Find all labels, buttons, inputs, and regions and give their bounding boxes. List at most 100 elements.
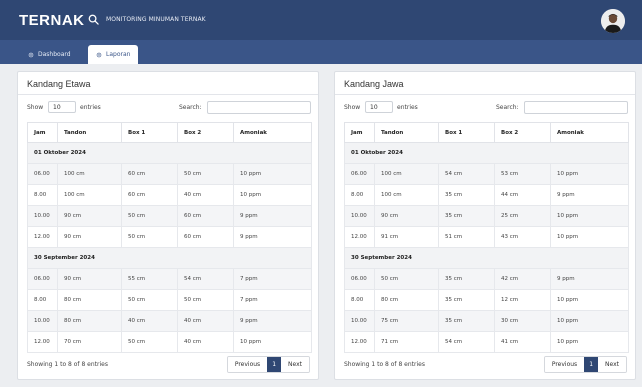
- cell-box2: 42 cm: [494, 268, 551, 290]
- table-row: 06.00 100 cm 54 cm 53 cm 10 ppm: [344, 163, 629, 185]
- table-row: 8.00 80 cm 50 cm 50 cm 7 ppm: [27, 289, 312, 311]
- gear-icon: [96, 52, 102, 57]
- tab-dashboard[interactable]: Dashboard: [20, 45, 79, 64]
- cell-jam: 8.00: [344, 184, 375, 206]
- table-row: 12.00 91 cm 51 cm 43 cm 10 ppm: [344, 226, 629, 248]
- data-table: Jam Tandon Box 1 Box 2 Amoniak 01 Oktobe…: [344, 122, 629, 353]
- panel-divider: [18, 94, 318, 95]
- cell-amoniak: 10 ppm: [233, 184, 312, 206]
- table-row: 10.00 90 cm 35 cm 25 cm 10 ppm: [344, 205, 629, 227]
- cell-tandon: 100 cm: [374, 163, 439, 185]
- cell-jam: 06.00: [27, 268, 58, 290]
- cell-amoniak: 9 ppm: [233, 226, 312, 248]
- cell-box1: 54 cm: [438, 163, 495, 185]
- table-row: 8.00 100 cm 60 cm 40 cm 10 ppm: [27, 184, 312, 206]
- next-button[interactable]: Next: [598, 357, 626, 372]
- user-avatar[interactable]: [601, 9, 625, 33]
- cell-box2: 40 cm: [177, 310, 234, 332]
- length-entries-label: entries: [397, 104, 418, 111]
- cell-jam: 10.00: [344, 310, 375, 332]
- cell-jam: 06.00: [344, 268, 375, 290]
- table-row: 10.00 75 cm 35 cm 30 cm 10 ppm: [344, 310, 629, 332]
- date-group-row: 01 Oktober 2024: [27, 142, 312, 164]
- panel-title: Kandang Etawa: [27, 79, 91, 89]
- cell-box1: 35 cm: [438, 268, 495, 290]
- date-group-label: 01 Oktober 2024: [344, 142, 629, 164]
- cell-tandon: 75 cm: [374, 310, 439, 332]
- cell-box2: 25 cm: [494, 205, 551, 227]
- table-info: Showing 1 to 8 of 8 entries: [27, 361, 108, 368]
- cell-box1: 50 cm: [121, 331, 178, 353]
- pagination: Previous 1 Next: [543, 356, 627, 373]
- entries-length-select[interactable]: 10: [365, 101, 393, 113]
- search-label: Search:: [496, 104, 519, 111]
- date-group-label: 01 Oktober 2024: [27, 142, 312, 164]
- cell-jam: 8.00: [344, 289, 375, 311]
- nav-bar: Dashboard Laporan: [0, 40, 642, 64]
- column-header-amoniak[interactable]: Amoniak: [550, 122, 629, 143]
- page-1-button[interactable]: 1: [267, 357, 282, 372]
- app-brand[interactable]: TERNAK: [19, 12, 85, 29]
- table-search-input[interactable]: [524, 101, 628, 114]
- cell-jam: 8.00: [27, 289, 58, 311]
- column-header-jam[interactable]: Jam: [27, 122, 58, 143]
- cell-box1: 60 cm: [121, 184, 178, 206]
- tab-laporan[interactable]: Laporan: [88, 45, 139, 64]
- cell-amoniak: 10 ppm: [550, 226, 629, 248]
- entries-length-select[interactable]: 10: [48, 101, 76, 113]
- column-header-amoniak[interactable]: Amoniak: [233, 122, 312, 143]
- cell-box2: 50 cm: [177, 289, 234, 311]
- column-header-box1[interactable]: Box 1: [438, 122, 495, 143]
- date-group-row: 30 September 2024: [344, 247, 629, 269]
- panel-kandang-jawa: Kandang Jawa Show 10 entries Search: Jam…: [334, 71, 636, 380]
- panel-title: Kandang Jawa: [344, 79, 404, 89]
- table-row: 10.00 90 cm 50 cm 60 cm 9 ppm: [27, 205, 312, 227]
- cell-box1: 55 cm: [121, 268, 178, 290]
- cell-amoniak: 7 ppm: [233, 268, 312, 290]
- column-header-box2[interactable]: Box 2: [177, 122, 234, 143]
- cell-jam: 12.00: [344, 331, 375, 353]
- cell-box2: 30 cm: [494, 310, 551, 332]
- cell-box1: 54 cm: [438, 331, 495, 353]
- date-group-row: 01 Oktober 2024: [344, 142, 629, 164]
- cell-jam: 06.00: [27, 163, 58, 185]
- cell-box1: 60 cm: [121, 163, 178, 185]
- previous-button[interactable]: Previous: [227, 357, 268, 372]
- date-group-row: 30 September 2024: [27, 247, 312, 269]
- panel-kandang-etawa: Kandang Etawa Show 10 entries Search: Ja…: [17, 71, 319, 380]
- date-group-label: 30 September 2024: [27, 247, 312, 269]
- page-1-button[interactable]: 1: [584, 357, 599, 372]
- table-search-input[interactable]: [207, 101, 311, 114]
- cell-tandon: 90 cm: [57, 205, 122, 227]
- next-button[interactable]: Next: [281, 357, 309, 372]
- cell-box2: 43 cm: [494, 226, 551, 248]
- table-row: 12.00 71 cm 54 cm 41 cm 10 ppm: [344, 331, 629, 353]
- column-header-jam[interactable]: Jam: [344, 122, 375, 143]
- cell-box2: 60 cm: [177, 205, 234, 227]
- cell-box1: 35 cm: [438, 289, 495, 311]
- column-header-tandon[interactable]: Tandon: [57, 122, 122, 143]
- table-row: 8.00 100 cm 35 cm 44 cm 9 ppm: [344, 184, 629, 206]
- search-title[interactable]: MONITORING MINUMAN TERNAK: [106, 16, 206, 23]
- cell-box1: 35 cm: [438, 310, 495, 332]
- column-header-tandon[interactable]: Tandon: [374, 122, 439, 143]
- length-show-label: Show: [27, 104, 44, 111]
- cell-jam: 12.00: [27, 226, 58, 248]
- cell-amoniak: 10 ppm: [550, 163, 629, 185]
- gear-icon: [28, 52, 34, 57]
- cell-box2: 41 cm: [494, 331, 551, 353]
- column-header-box1[interactable]: Box 1: [121, 122, 178, 143]
- cell-box1: 40 cm: [121, 310, 178, 332]
- table-row: 06.00 90 cm 55 cm 54 cm 7 ppm: [27, 268, 312, 290]
- panel-divider: [335, 94, 635, 95]
- table-info: Showing 1 to 8 of 8 entries: [344, 361, 425, 368]
- previous-button[interactable]: Previous: [544, 357, 585, 372]
- column-header-box2[interactable]: Box 2: [494, 122, 551, 143]
- cell-tandon: 91 cm: [374, 226, 439, 248]
- search-icon[interactable]: [88, 14, 99, 25]
- cell-amoniak: 10 ppm: [550, 289, 629, 311]
- cell-box1: 35 cm: [438, 184, 495, 206]
- length-show-label: Show: [344, 104, 361, 111]
- table-row: 10.00 80 cm 40 cm 40 cm 9 ppm: [27, 310, 312, 332]
- cell-tandon: 70 cm: [57, 331, 122, 353]
